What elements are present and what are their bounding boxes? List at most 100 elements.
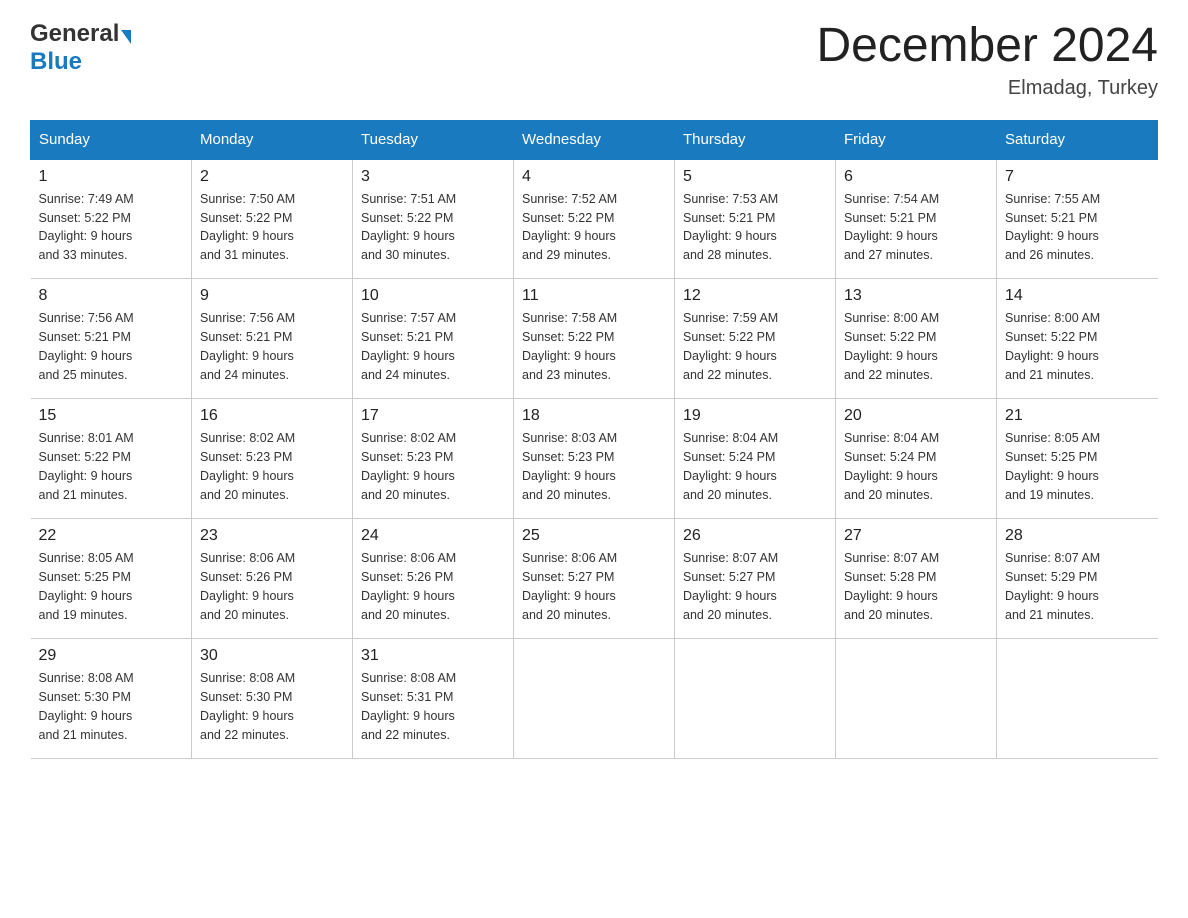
day-number: 6 xyxy=(844,168,988,186)
day-info: Sunrise: 8:02 AMSunset: 5:23 PMDaylight:… xyxy=(200,429,344,504)
day-info: Sunrise: 8:03 AMSunset: 5:23 PMDaylight:… xyxy=(522,429,666,504)
day-info: Sunrise: 8:02 AMSunset: 5:23 PMDaylight:… xyxy=(361,429,505,504)
calendar-cell-day-21: 21 Sunrise: 8:05 AMSunset: 5:25 PMDayligh… xyxy=(997,399,1158,519)
calendar-week-row: 15 Sunrise: 8:01 AMSunset: 5:22 PMDayligh… xyxy=(31,399,1158,519)
weekday-header-sunday: Sunday xyxy=(31,120,192,159)
day-info: Sunrise: 8:07 AMSunset: 5:27 PMDaylight:… xyxy=(683,549,827,624)
weekday-header-friday: Friday xyxy=(836,120,997,159)
calendar-week-row: 8 Sunrise: 7:56 AMSunset: 5:21 PMDaylight… xyxy=(31,279,1158,399)
month-title: December 2024 xyxy=(816,20,1158,73)
calendar-cell-day-14: 14 Sunrise: 8:00 AMSunset: 5:22 PMDayligh… xyxy=(997,279,1158,399)
calendar-cell-day-11: 11 Sunrise: 7:58 AMSunset: 5:22 PMDayligh… xyxy=(514,279,675,399)
title-block: December 2024 Elmadag, Turkey xyxy=(816,20,1158,100)
day-info: Sunrise: 8:06 AMSunset: 5:27 PMDaylight:… xyxy=(522,549,666,624)
day-number: 12 xyxy=(683,287,827,305)
day-number: 20 xyxy=(844,407,988,425)
calendar-cell-day-13: 13 Sunrise: 8:00 AMSunset: 5:22 PMDayligh… xyxy=(836,279,997,399)
day-number: 7 xyxy=(1005,168,1150,186)
day-number: 27 xyxy=(844,527,988,545)
day-number: 3 xyxy=(361,168,505,186)
day-number: 13 xyxy=(844,287,988,305)
calendar-cell-day-16: 16 Sunrise: 8:02 AMSunset: 5:23 PMDayligh… xyxy=(192,399,353,519)
day-info: Sunrise: 8:00 AMSunset: 5:22 PMDaylight:… xyxy=(1005,309,1150,384)
weekday-header-wednesday: Wednesday xyxy=(514,120,675,159)
day-info: Sunrise: 8:08 AMSunset: 5:30 PMDaylight:… xyxy=(39,669,184,744)
calendar-cell-day-29: 29 Sunrise: 8:08 AMSunset: 5:30 PMDayligh… xyxy=(31,639,192,759)
day-number: 14 xyxy=(1005,287,1150,305)
day-info: Sunrise: 8:07 AMSunset: 5:28 PMDaylight:… xyxy=(844,549,988,624)
day-info: Sunrise: 7:56 AMSunset: 5:21 PMDaylight:… xyxy=(39,309,184,384)
weekday-header-row: SundayMondayTuesdayWednesdayThursdayFrid… xyxy=(31,120,1158,159)
calendar-cell-day-9: 9Sunrise: 7:56 AMSunset: 5:21 PMDaylight… xyxy=(192,279,353,399)
calendar-cell-day-5: 5 Sunrise: 7:53 AMSunset: 5:21 PMDaylight… xyxy=(675,159,836,279)
day-info: Sunrise: 8:00 AMSunset: 5:22 PMDaylight:… xyxy=(844,309,988,384)
day-info: Sunrise: 7:51 AMSunset: 5:22 PMDaylight:… xyxy=(361,190,505,265)
day-number: 28 xyxy=(1005,527,1150,545)
day-info: Sunrise: 7:49 AMSunset: 5:22 PMDaylight:… xyxy=(39,190,184,265)
calendar-cell-day-31: 31 Sunrise: 8:08 AMSunset: 5:31 PMDayligh… xyxy=(353,639,514,759)
calendar-cell-day-15: 15 Sunrise: 8:01 AMSunset: 5:22 PMDayligh… xyxy=(31,399,192,519)
day-number: 2 xyxy=(200,168,344,186)
day-info: Sunrise: 8:04 AMSunset: 5:24 PMDaylight:… xyxy=(844,429,988,504)
day-info: Sunrise: 8:07 AMSunset: 5:29 PMDaylight:… xyxy=(1005,549,1150,624)
day-info: Sunrise: 7:57 AMSunset: 5:21 PMDaylight:… xyxy=(361,309,505,384)
calendar-cell-day-2: 2 Sunrise: 7:50 AMSunset: 5:22 PMDaylight… xyxy=(192,159,353,279)
calendar-week-row: 1Sunrise: 7:49 AMSunset: 5:22 PMDaylight… xyxy=(31,159,1158,279)
day-number: 11 xyxy=(522,287,666,305)
calendar-cell-day-12: 12 Sunrise: 7:59 AMSunset: 5:22 PMDayligh… xyxy=(675,279,836,399)
calendar-cell-empty xyxy=(675,639,836,759)
day-number: 4 xyxy=(522,168,666,186)
day-info: Sunrise: 7:50 AMSunset: 5:22 PMDaylight:… xyxy=(200,190,344,265)
day-number: 16 xyxy=(200,407,344,425)
day-number: 8 xyxy=(39,287,184,305)
location: Elmadag, Turkey xyxy=(816,77,1158,100)
day-info: Sunrise: 7:54 AMSunset: 5:21 PMDaylight:… xyxy=(844,190,988,265)
calendar-cell-day-23: 23Sunrise: 8:06 AMSunset: 5:26 PMDayligh… xyxy=(192,519,353,639)
calendar-cell-day-18: 18Sunrise: 8:03 AMSunset: 5:23 PMDayligh… xyxy=(514,399,675,519)
day-info: Sunrise: 8:06 AMSunset: 5:26 PMDaylight:… xyxy=(361,549,505,624)
day-info: Sunrise: 7:52 AMSunset: 5:22 PMDaylight:… xyxy=(522,190,666,265)
page-header: General Blue December 2024 Elmadag, Turk… xyxy=(30,20,1158,100)
calendar-cell-day-4: 4 Sunrise: 7:52 AMSunset: 5:22 PMDaylight… xyxy=(514,159,675,279)
calendar-cell-day-8: 8 Sunrise: 7:56 AMSunset: 5:21 PMDaylight… xyxy=(31,279,192,399)
day-info: Sunrise: 8:04 AMSunset: 5:24 PMDaylight:… xyxy=(683,429,827,504)
calendar-cell-day-1: 1Sunrise: 7:49 AMSunset: 5:22 PMDaylight… xyxy=(31,159,192,279)
day-number: 19 xyxy=(683,407,827,425)
calendar-cell-day-27: 27 Sunrise: 8:07 AMSunset: 5:28 PMDayligh… xyxy=(836,519,997,639)
day-info: Sunrise: 7:55 AMSunset: 5:21 PMDaylight:… xyxy=(1005,190,1150,265)
calendar-cell-day-30: 30Sunrise: 8:08 AMSunset: 5:30 PMDayligh… xyxy=(192,639,353,759)
day-number: 15 xyxy=(39,407,184,425)
calendar-cell-day-20: 20 Sunrise: 8:04 AMSunset: 5:24 PMDayligh… xyxy=(836,399,997,519)
calendar-cell-day-28: 28 Sunrise: 8:07 AMSunset: 5:29 PMDayligh… xyxy=(997,519,1158,639)
day-info: Sunrise: 7:53 AMSunset: 5:21 PMDaylight:… xyxy=(683,190,827,265)
day-info: Sunrise: 7:59 AMSunset: 5:22 PMDaylight:… xyxy=(683,309,827,384)
day-info: Sunrise: 8:08 AMSunset: 5:31 PMDaylight:… xyxy=(361,669,505,744)
calendar-cell-day-25: 25Sunrise: 8:06 AMSunset: 5:27 PMDayligh… xyxy=(514,519,675,639)
calendar-cell-day-10: 10 Sunrise: 7:57 AMSunset: 5:21 PMDayligh… xyxy=(353,279,514,399)
calendar-week-row: 29 Sunrise: 8:08 AMSunset: 5:30 PMDayligh… xyxy=(31,639,1158,759)
day-info: Sunrise: 8:08 AMSunset: 5:30 PMDaylight:… xyxy=(200,669,344,744)
day-number: 9 xyxy=(200,287,344,305)
calendar-cell-day-6: 6 Sunrise: 7:54 AMSunset: 5:21 PMDaylight… xyxy=(836,159,997,279)
calendar-cell-day-26: 26Sunrise: 8:07 AMSunset: 5:27 PMDayligh… xyxy=(675,519,836,639)
day-info: Sunrise: 8:05 AMSunset: 5:25 PMDaylight:… xyxy=(39,549,184,624)
calendar-cell-day-7: 7 Sunrise: 7:55 AMSunset: 5:21 PMDaylight… xyxy=(997,159,1158,279)
day-number: 21 xyxy=(1005,407,1150,425)
day-number: 29 xyxy=(39,647,184,665)
logo-blue-text: Blue xyxy=(30,48,131,76)
calendar-cell-day-24: 24 Sunrise: 8:06 AMSunset: 5:26 PMDayligh… xyxy=(353,519,514,639)
day-number: 10 xyxy=(361,287,505,305)
calendar-cell-empty xyxy=(514,639,675,759)
day-number: 22 xyxy=(39,527,184,545)
calendar-cell-empty xyxy=(997,639,1158,759)
day-number: 24 xyxy=(361,527,505,545)
day-info: Sunrise: 8:05 AMSunset: 5:25 PMDaylight:… xyxy=(1005,429,1150,504)
calendar-cell-day-19: 19 Sunrise: 8:04 AMSunset: 5:24 PMDayligh… xyxy=(675,399,836,519)
day-info: Sunrise: 7:58 AMSunset: 5:22 PMDaylight:… xyxy=(522,309,666,384)
weekday-header-saturday: Saturday xyxy=(997,120,1158,159)
day-number: 31 xyxy=(361,647,505,665)
day-number: 5 xyxy=(683,168,827,186)
calendar-cell-day-22: 22 Sunrise: 8:05 AMSunset: 5:25 PMDayligh… xyxy=(31,519,192,639)
weekday-header-tuesday: Tuesday xyxy=(353,120,514,159)
day-info: Sunrise: 8:01 AMSunset: 5:22 PMDaylight:… xyxy=(39,429,184,504)
